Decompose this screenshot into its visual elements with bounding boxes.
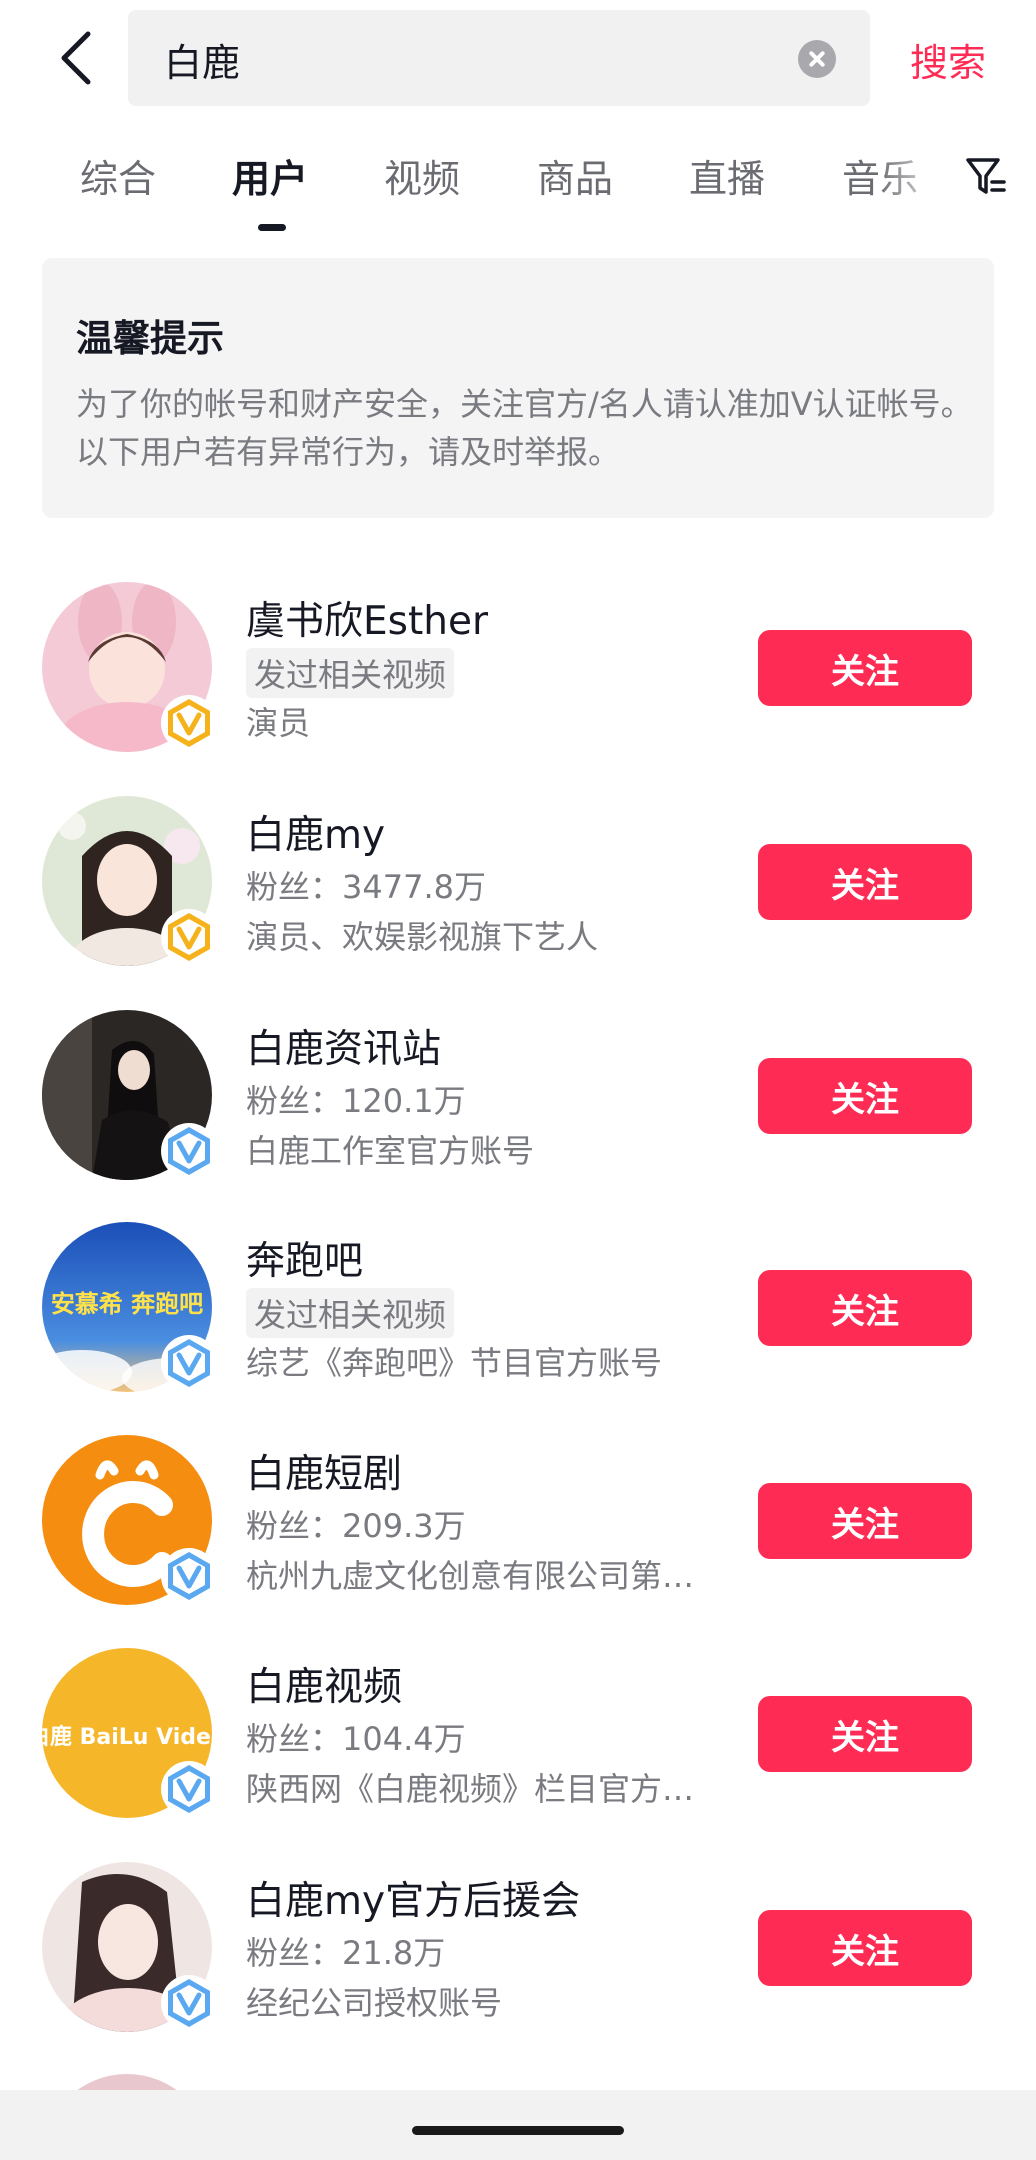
follow-button[interactable]: 关注 [758, 630, 972, 706]
user-description: 陕西网《白鹿视频》栏目官方… [246, 1770, 695, 1808]
brand-logo-text: 白鹿 BaiLu Video [42, 1724, 212, 1750]
user-name: 奔跑吧 [246, 1239, 364, 1284]
bottom-safe-area [0, 2090, 1036, 2160]
user-row[interactable]: 白鹿资讯站 粉丝：120.1万 白鹿工作室官方账号 关注 [0, 1010, 1036, 1210]
clear-icon[interactable] [798, 40, 836, 78]
safety-notice: 温馨提示 为了你的帐号和财产安全，关注官方/名人请认准加V认证帐号。以下用户若有… [42, 258, 994, 518]
user-name: 白鹿资讯站 [246, 1027, 442, 1072]
related-video-tag: 发过相关视频 [246, 648, 455, 698]
result-tabs: 综合 用户 视频 商品 直播 音乐 [0, 130, 1036, 240]
user-description: 经纪公司授权账号 [246, 1984, 503, 2022]
follow-button[interactable]: 关注 [758, 844, 972, 920]
verified-badge-icon [161, 1548, 217, 1604]
verified-badge-icon [161, 695, 217, 751]
user-name: 白鹿my [246, 813, 386, 858]
tab-live[interactable]: 直播 [689, 148, 765, 203]
user-row[interactable]: 白鹿 BaiLu Video 白鹿视频 粉丝：104.4万 陕西网《白鹿视频》栏… [0, 1648, 1036, 1848]
follower-count: 粉丝：104.4万 [246, 1720, 466, 1758]
show-logo-text: 安慕希 奔跑吧 [51, 1290, 203, 1318]
tab-products[interactable]: 商品 [537, 148, 613, 203]
active-tab-indicator [258, 224, 286, 231]
user-description: 演员 [246, 704, 311, 742]
user-name: 白鹿短剧 [246, 1452, 403, 1497]
follow-button[interactable]: 关注 [758, 1270, 972, 1346]
follower-count: 粉丝：3477.8万 [246, 868, 486, 906]
search-input[interactable] [162, 10, 766, 108]
search-box[interactable] [128, 10, 870, 108]
follower-count: 粉丝：209.3万 [246, 1507, 466, 1545]
home-indicator[interactable] [412, 2126, 624, 2135]
user-description: 综艺《奔跑吧》节目官方账号 [246, 1344, 663, 1382]
verified-badge-icon [161, 1761, 217, 1817]
notice-title: 温馨提示 [76, 317, 224, 360]
user-row[interactable]: 白鹿my 粉丝：3477.8万 演员、欢娱影视旗下艺人 关注 [0, 796, 1036, 996]
tab-users[interactable]: 用户 [232, 148, 308, 203]
follow-button[interactable]: 关注 [758, 1696, 972, 1772]
verified-badge-icon [161, 1975, 217, 2031]
back-button[interactable] [46, 24, 106, 92]
notice-text: 为了你的帐号和财产安全，关注官方/名人请认准加V认证帐号。以下用户若有异常行为，… [76, 385, 973, 471]
verified-badge-icon [161, 909, 217, 965]
search-header: 搜索 [0, 0, 1036, 120]
user-description: 杭州九虚文化创意有限公司第… [246, 1557, 695, 1595]
verified-badge-icon [161, 1335, 217, 1391]
user-row[interactable]: 白鹿my官方后援会 粉丝：21.8万 经纪公司授权账号 关注 [0, 1862, 1036, 2062]
user-name: 虞书欣Esther [246, 599, 488, 644]
tabs-fade [878, 130, 968, 230]
filter-icon [966, 158, 1006, 194]
related-video-tag: 发过相关视频 [246, 1288, 455, 1338]
search-button[interactable]: 搜索 [910, 32, 986, 87]
user-row[interactable]: 白鹿短剧 粉丝：209.3万 杭州九虚文化创意有限公司第… 关注 [0, 1435, 1036, 1635]
chevron-left-icon [61, 31, 91, 85]
follow-button[interactable]: 关注 [758, 1058, 972, 1134]
verified-badge-icon [161, 1123, 217, 1179]
follower-count: 粉丝：21.8万 [246, 1934, 446, 1972]
user-name: 白鹿视频 [246, 1665, 403, 1710]
user-description: 白鹿工作室官方账号 [246, 1132, 535, 1170]
user-name: 白鹿my官方后援会 [246, 1879, 581, 1924]
user-row[interactable]: 安慕希 奔跑吧 奔跑吧 发过相关视频 综艺《奔跑吧》节目官方账号 关注 [0, 1222, 1036, 1422]
follow-button[interactable]: 关注 [758, 1483, 972, 1559]
follow-button[interactable]: 关注 [758, 1910, 972, 1986]
filter-button[interactable] [962, 152, 1010, 200]
tab-comprehensive[interactable]: 综合 [80, 148, 156, 203]
tab-videos[interactable]: 视频 [384, 148, 460, 203]
user-description: 演员、欢娱影视旗下艺人 [246, 918, 599, 956]
user-row[interactable]: 虞书欣Esther 发过相关视频 演员 关注 [0, 582, 1036, 782]
follower-count: 粉丝：120.1万 [246, 1082, 466, 1120]
